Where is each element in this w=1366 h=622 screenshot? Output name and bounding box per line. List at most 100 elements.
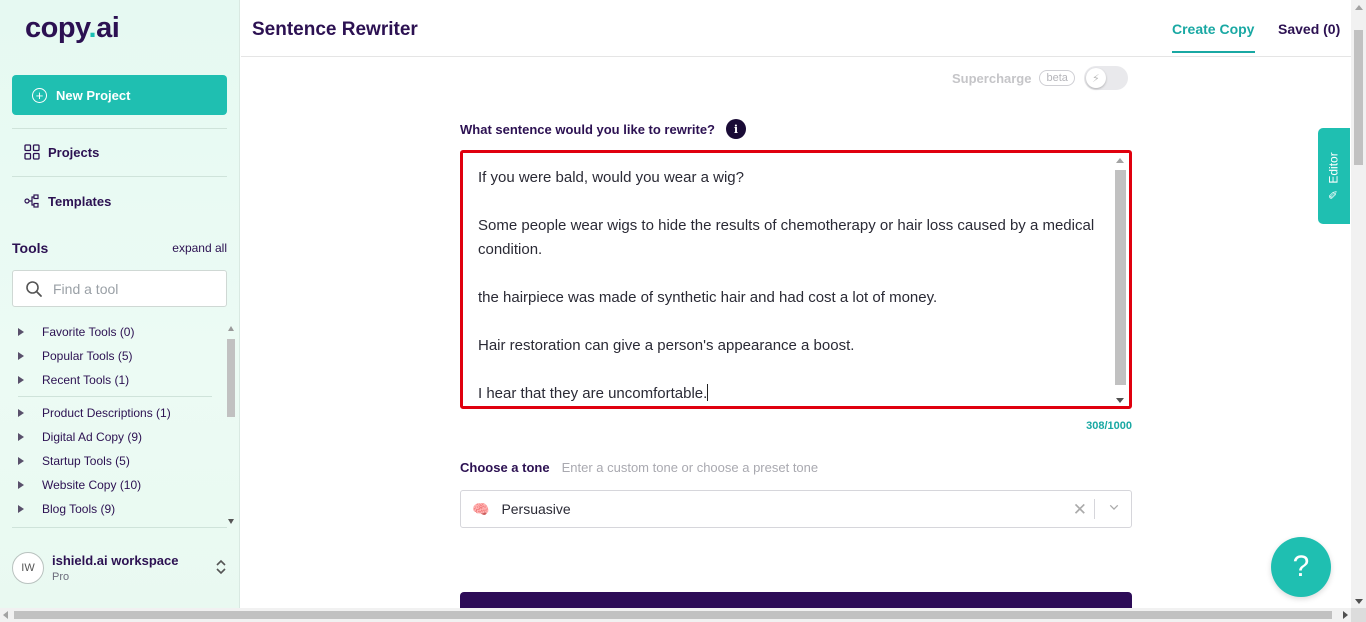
clear-icon[interactable]: ✕ [1073,500,1087,520]
scroll-right-icon[interactable] [1343,611,1348,619]
logo-text-a: copy [25,12,89,44]
tool-group-label: Digital Ad Copy (9) [42,430,143,444]
workspace-info: ishield.ai workspace Pro [52,553,178,583]
workspace-name: ishield.ai workspace [52,553,179,568]
sentence-paragraph: Hair restoration can give a person's app… [478,337,855,354]
logo-text-b: ai [96,12,120,44]
new-project-button[interactable]: + New Project [12,75,227,115]
workspace-plan: Pro [52,571,70,583]
sentence-paragraph: If you were bald, would you wear a wig? [478,169,744,186]
tab-saved[interactable]: Saved (0) [1278,21,1340,37]
tool-group-list: Favorite Tools (0) Popular Tools (5) Rec… [12,322,226,524]
sidebar: copy.ai + New Project Projects Templates… [0,0,240,608]
scrollbar-thumb[interactable] [1354,30,1363,165]
sentence-text[interactable]: If you were bald, would you wear a wig? … [478,166,1108,406]
tool-list-scrollbar[interactable] [226,326,236,524]
find-tool-input[interactable] [53,280,213,297]
textarea-scrollbar[interactable] [1114,156,1126,403]
workspace-switcher[interactable]: IW ishield.ai workspace Pro [12,546,227,590]
tool-group-label: Favorite Tools (0) [42,325,135,339]
caret-right-icon [18,505,24,513]
scroll-up-icon[interactable] [1116,158,1124,163]
find-tool-field[interactable] [12,270,227,307]
page-title: Sentence Rewriter [252,19,418,40]
editor-tab-label: Editor [1327,152,1342,184]
logo-dot: . [88,12,97,44]
scroll-left-icon[interactable] [3,611,8,619]
tool-group-blog-tools[interactable]: Blog Tools (9) [18,502,115,516]
tool-group-product-descriptions[interactable]: Product Descriptions (1) [18,406,171,420]
scroll-up-icon[interactable] [228,326,234,331]
sidebar-divider [12,128,227,129]
caret-right-icon [18,352,24,360]
scrollbar-corner [1351,608,1366,622]
expand-all-link[interactable]: expand all [172,241,227,255]
tools-header: Tools expand all [12,240,227,256]
avatar: IW [12,552,44,584]
supercharge-label: Supercharge [952,70,1032,86]
caret-right-icon [18,457,24,465]
sidebar-divider [12,527,227,528]
tool-group-label: Popular Tools (5) [42,349,133,363]
supercharge-control: Supercharge beta ⚡ [952,66,1128,90]
sentence-paragraph: the hairpiece was made of synthetic hair… [478,289,938,306]
caret-right-icon [18,433,24,441]
scroll-up-icon[interactable] [1355,5,1363,10]
plus-circle-icon: + [32,87,47,103]
sentence-paragraph-last: I hear that they are uncomfortable. [478,382,1108,406]
rewrite-question-label: What sentence would you like to rewrite? [460,121,715,137]
search-icon [26,280,42,297]
editor-tab-content: ✎ Editor [1327,152,1341,199]
tab-create-copy[interactable]: Create Copy [1172,21,1254,37]
tool-group-digital-ad-copy[interactable]: Digital Ad Copy (9) [18,430,142,444]
scroll-down-icon[interactable] [1116,398,1124,403]
sentence-textarea[interactable]: If you were bald, would you wear a wig? … [460,150,1132,409]
scrollbar-thumb[interactable] [1115,170,1126,385]
grid-icon [24,144,40,160]
caret-right-icon [18,409,24,417]
scroll-down-icon[interactable] [1355,599,1363,604]
sidebar-divider [12,176,227,177]
help-button[interactable]: ? [1271,537,1331,597]
brain-icon: 🧠 [472,500,490,517]
tool-group-label: Blog Tools (9) [42,502,116,516]
templates-icon [24,194,39,208]
caret-right-icon [18,376,24,384]
tool-group-favorite[interactable]: Favorite Tools (0) [18,325,134,339]
tool-group-label: Startup Tools (5) [42,454,130,468]
tone-select[interactable]: 🧠 Persuasive ✕ [460,490,1132,528]
chevron-down-icon[interactable] [1109,502,1119,512]
rewrite-question: What sentence would you like to rewrite?… [460,119,746,139]
tool-group-website-copy[interactable]: Website Copy (10) [18,478,141,492]
generate-button[interactable] [460,592,1132,608]
caret-right-icon [18,328,24,336]
tool-group-label: Product Descriptions (1) [42,406,171,420]
tool-group-startup-tools[interactable]: Startup Tools (5) [18,454,130,468]
info-icon[interactable]: i [726,119,746,139]
select-separator [1094,499,1095,519]
copyai-logo[interactable]: copy.ai [25,12,120,45]
tool-group-popular[interactable]: Popular Tools (5) [18,349,133,363]
scrollbar-thumb[interactable] [227,339,235,417]
lightning-icon: ⚡ [1085,68,1106,88]
editor-tab[interactable]: ✎ Editor [1318,128,1350,224]
new-project-label: New Project [56,87,131,103]
tool-group-label: Website Copy (10) [42,478,142,492]
tone-label: Choose a tone [460,460,550,475]
pencil-icon: ✎ [1327,189,1342,200]
tool-group-recent[interactable]: Recent Tools (1) [18,373,129,387]
sidebar-item-templates[interactable]: Templates [24,193,111,209]
page-vertical-scrollbar[interactable] [1351,0,1366,608]
page-horizontal-scrollbar[interactable] [0,608,1351,622]
chevron-up-down-icon[interactable] [215,558,227,576]
tool-group-label: Recent Tools (1) [42,373,130,387]
tone-hint: Enter a custom tone or choose a preset t… [561,460,819,475]
active-tab-indicator [1172,51,1255,53]
sidebar-item-templates-label: Templates [48,193,112,209]
sidebar-item-projects[interactable]: Projects [24,144,99,160]
tool-list-divider [18,396,212,397]
scroll-down-icon[interactable] [228,519,234,524]
supercharge-toggle[interactable]: ⚡ [1083,66,1128,90]
scrollbar-thumb[interactable] [14,611,1332,619]
tools-title: Tools [12,240,49,256]
